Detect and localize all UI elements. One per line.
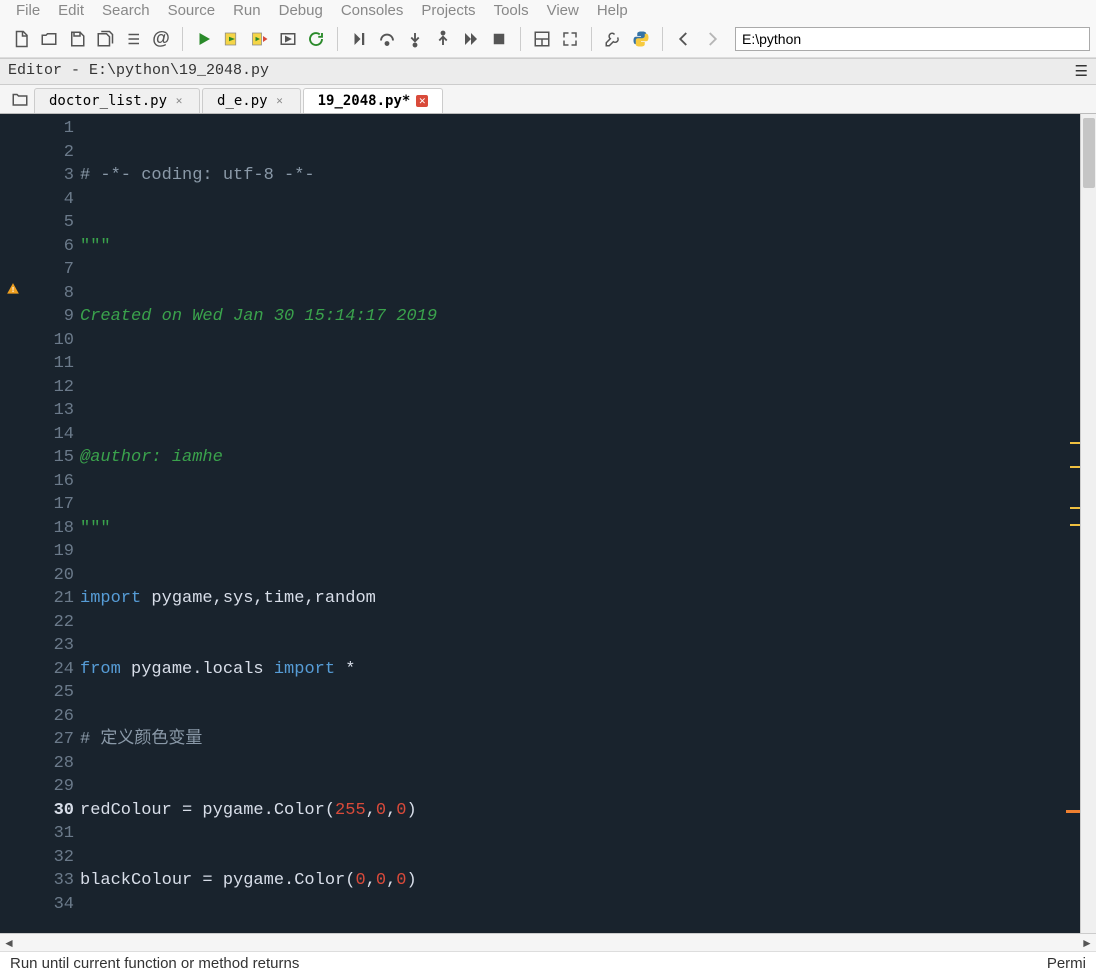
menu-search[interactable]: Search (94, 2, 158, 19)
step-out-icon[interactable] (432, 28, 454, 50)
maximize-icon[interactable] (559, 28, 581, 50)
tab-d-e[interactable]: d_e.py ✕ (202, 88, 301, 113)
toolbar: @ (0, 20, 1096, 58)
file-browser-icon[interactable] (6, 85, 34, 113)
margin-column: ! (0, 114, 28, 933)
vertical-scrollbar[interactable] (1080, 114, 1096, 933)
editor-title-bar: Editor - E:\python\19_2048.py ☰ (0, 58, 1096, 85)
wrench-icon[interactable] (602, 28, 624, 50)
forward-icon[interactable] (701, 28, 723, 50)
working-dir-input[interactable] (735, 27, 1090, 51)
list-icon[interactable] (122, 28, 144, 50)
debug-icon[interactable] (348, 28, 370, 50)
save-all-icon[interactable] (94, 28, 116, 50)
tab-label: 19_2048.py* (318, 93, 411, 109)
menu-run[interactable]: Run (225, 2, 269, 19)
tab-doctor-list[interactable]: doctor_list.py ✕ (34, 88, 200, 113)
code-area[interactable]: # -*- coding: utf-8 -*- """ Created on W… (80, 114, 1066, 933)
run-selection-icon[interactable] (277, 28, 299, 50)
menu-debug[interactable]: Debug (271, 2, 331, 19)
stop-icon[interactable] (488, 28, 510, 50)
horizontal-scrollbar[interactable]: ◄ ► (0, 933, 1096, 951)
rerun-icon[interactable] (305, 28, 327, 50)
tabbar: doctor_list.py ✕ d_e.py ✕ 19_2048.py* ✕ (0, 85, 1096, 114)
status-message: Run until current function or method ret… (10, 955, 299, 972)
open-file-icon[interactable] (38, 28, 60, 50)
editor: ! 12345678910111213141516171819202122232… (0, 114, 1096, 933)
at-icon[interactable]: @ (150, 28, 172, 50)
save-icon[interactable] (66, 28, 88, 50)
line-number-gutter: 1234567891011121314151617181920212223242… (28, 114, 80, 933)
editor-options-icon[interactable]: ☰ (1075, 62, 1088, 81)
menu-edit[interactable]: Edit (50, 2, 92, 19)
tab-19-2048[interactable]: 19_2048.py* ✕ (303, 88, 444, 113)
tab-label: doctor_list.py (49, 93, 167, 109)
menubar: File Edit Search Source Run Debug Consol… (0, 0, 1096, 20)
run-cell-advance-icon[interactable] (249, 28, 271, 50)
menu-projects[interactable]: Projects (413, 2, 483, 19)
continue-icon[interactable] (460, 28, 482, 50)
menu-tools[interactable]: Tools (486, 2, 537, 19)
run-icon[interactable] (193, 28, 215, 50)
menu-view[interactable]: View (539, 2, 587, 19)
statusbar: Run until current function or method ret… (0, 951, 1096, 975)
svg-text:!: ! (12, 287, 14, 294)
status-right: Permi (1047, 955, 1086, 972)
editor-title: Editor - E:\python\19_2048.py (8, 62, 269, 81)
back-icon[interactable] (673, 28, 695, 50)
close-icon[interactable]: ✕ (173, 95, 185, 107)
layout-icon[interactable] (531, 28, 553, 50)
minimap[interactable] (1066, 114, 1080, 933)
close-icon[interactable]: ✕ (416, 95, 428, 107)
step-into-icon[interactable] (404, 28, 426, 50)
python-icon[interactable] (630, 28, 652, 50)
run-cell-icon[interactable] (221, 28, 243, 50)
close-icon[interactable]: ✕ (274, 95, 286, 107)
scroll-left-icon[interactable]: ◄ (0, 936, 18, 950)
tab-label: d_e.py (217, 93, 268, 109)
scroll-right-icon[interactable]: ► (1078, 936, 1096, 950)
new-file-icon[interactable] (10, 28, 32, 50)
menu-consoles[interactable]: Consoles (333, 2, 412, 19)
step-over-icon[interactable] (376, 28, 398, 50)
warning-icon: ! (6, 282, 20, 296)
menu-help[interactable]: Help (589, 2, 636, 19)
menu-file[interactable]: File (8, 2, 48, 19)
menu-source[interactable]: Source (160, 2, 224, 19)
